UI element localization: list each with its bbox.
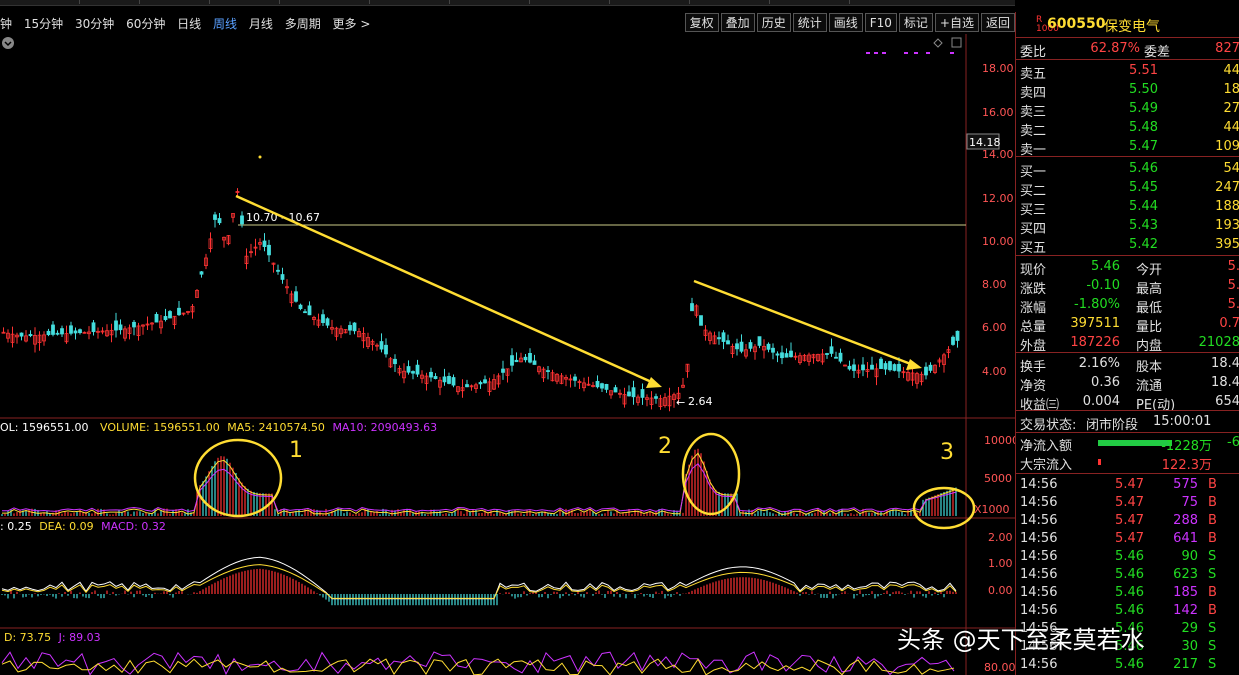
tick-row: 14:56 5.47 641 B [1020,531,1217,546]
chart-action-buttons: 复权 叠加 历史 统计 画线 F10 标记 +自选 返回 [683,13,1015,32]
kline-chart[interactable]: 18.00 16.00 14.00 12.00 10.00 8.00 6.00 … [0,34,1015,675]
committee-row: 委比 62.87% 委差 827 [1020,41,1239,60]
macd-histogram [1,556,957,606]
tick-row: 14:56 5.46 142 B [1020,603,1217,618]
add-watchlist-button[interactable]: +自选 [934,13,979,32]
statistics-button[interactable]: 统计 [792,13,827,32]
period-60min[interactable]: 60分钟 [126,15,165,32]
net-inflow-row: 净流入额 -1228万 -6 [1020,435,1239,454]
volume-axis-label: X1000 [974,503,1010,516]
macd-axis-label: 1.00 [988,557,1013,570]
price-axis-label: 16.00 [982,106,1014,119]
history-button[interactable]: 历史 [756,13,791,32]
buy-level-row[interactable]: 买五 5.42 395 [1016,236,1239,256]
volume-header: OL: 1596551.00 VOLUME: 1596551.00 MA5: 2… [0,421,437,434]
sell-level-row[interactable]: 卖五 5.51 44 [1016,62,1239,82]
tick-row: 14:56 5.47 75 B [1020,495,1217,510]
trading-app: 钟 15分钟 30分钟 60分钟 日线 周线 月线 多周期 更多 > 复权 叠加… [0,0,1239,675]
maximize-icon[interactable] [951,37,962,48]
stock-header: R 1000 600550 保变电气 [1016,12,1239,38]
trade-status-row: 交易状态: 闭市阶段 15:00:01 [1020,414,1212,433]
buy-level-row[interactable]: 买二 5.45 247 [1016,179,1239,199]
tick-row: 14:56 5.46 217 S [1020,657,1217,672]
period-15min[interactable]: 15分钟 [24,15,63,32]
back-button[interactable]: 返回 [980,13,1015,32]
current-price-tag-text: 14.18 [969,136,1001,149]
draw-line-button[interactable]: 画线 [828,13,863,32]
top-tab-strip [0,0,1015,6]
quote-row: 现价 5.46 今开 5. [1020,259,1239,278]
fundamentals-row: 净资 0.36 流通 18.4 [1020,375,1239,394]
macd-axis-label: 2.00 [988,531,1013,544]
quote-row: 总量 397511 量比 0.7 [1020,316,1239,335]
trend-arrow-2[interactable] [693,279,922,370]
watermark: 头条 @天下至柔莫若水 [897,626,1145,654]
tick-row: 14:56 5.47 288 B [1020,513,1217,528]
f10-button[interactable]: F10 [864,13,897,32]
sell-level-row[interactable]: 卖四 5.50 18 [1016,81,1239,101]
price-axis-label: 14.00 [982,148,1014,161]
restore-rights-button[interactable]: 复权 [684,13,719,32]
sell-level-row[interactable]: 卖一 5.47 109 [1016,138,1239,158]
chart-toolbar: 钟 15分钟 30分钟 60分钟 日线 周线 月线 多周期 更多 > 复权 叠加… [0,12,1015,34]
tick-row: 14:56 5.46 90 S [1020,549,1217,564]
period-minute[interactable]: 钟 [0,15,12,32]
fundamentals-row: 换手 2.16% 股本 18.4 [1020,356,1239,375]
block-inflow-bar [1098,459,1101,465]
macd-header: : 0.25 DEA: 0.09 MACD: 0.32 [0,520,166,533]
volume-axis-label: 10000 [984,434,1015,447]
quote-panel: R 1000 600550 保变电气 委比 62.87% 委差 827 卖五 5.5… [1015,12,1239,675]
macd-axis-label: 0.00 [988,584,1013,597]
volume-bars [1,448,957,516]
quote-row: 外盘 187226 内盘 21028 [1020,335,1239,354]
low-price-label: 2.64 [688,395,713,408]
tick-row: 14:56 5.47 575 B [1020,477,1217,492]
buy-level-row[interactable]: 买一 5.46 54 [1016,160,1239,180]
block-inflow-row: 大宗流入 122.3万 [1020,458,1212,473]
annotation-label-3: 3 [940,440,954,465]
period-selector: 钟 15分钟 30分钟 60分钟 日线 周线 月线 多周期 更多 > [0,15,378,32]
stock-name[interactable]: 保变电气 [1104,16,1160,36]
kdj-axis-label: 80.00 [984,661,1015,674]
diamond-icon[interactable] [933,38,943,48]
volume-axis-label: 5000 [984,472,1012,485]
tick-row: 14:56 5.46 623 S [1020,567,1217,582]
period-weekly[interactable]: 周线 [213,15,237,32]
annotation-label-2: 2 [658,434,672,459]
period-multi[interactable]: 多周期 [285,15,321,32]
price-axis-label: 6.00 [982,321,1007,334]
sell-level-row[interactable]: 卖三 5.49 27 [1016,100,1239,120]
sell-level-row[interactable]: 卖二 5.48 44 [1016,119,1239,139]
kdj-header: D: 73.75 J: 89.03 [4,631,101,644]
buy-level-row[interactable]: 买三 5.44 188 [1016,198,1239,218]
mark-button[interactable]: 标记 [898,13,933,32]
period-more[interactable]: 更多 > [333,15,371,32]
price-axis-label: 12.00 [982,192,1014,205]
period-daily[interactable]: 日线 [177,15,201,32]
price-axis-label: 18.00 [982,62,1014,75]
overlay-button[interactable]: 叠加 [720,13,755,32]
buy-level-row[interactable]: 买四 5.43 193 [1016,217,1239,237]
low-price-marker: ← [676,396,685,409]
quote-row: 涨跌 -0.10 最高 5. [1020,278,1239,297]
stock-code[interactable]: 600550 [1047,16,1105,32]
price-axis-label: 10.00 [982,235,1014,248]
price-axis-label: 4.00 [982,365,1007,378]
kdj-lines [1,651,955,675]
tick-row: 14:56 5.46 185 B [1020,585,1217,600]
period-30min[interactable]: 30分钟 [75,15,114,32]
collapse-icon[interactable] [2,37,14,49]
price-axis-label: 8.00 [982,278,1007,291]
signal-dots [866,52,954,54]
candlestick-series [1,188,960,412]
annotation-label-1: 1 [289,438,303,463]
quote-row: 涨幅 -1.80% 最低 5. [1020,297,1239,316]
period-monthly[interactable]: 月线 [249,15,273,32]
